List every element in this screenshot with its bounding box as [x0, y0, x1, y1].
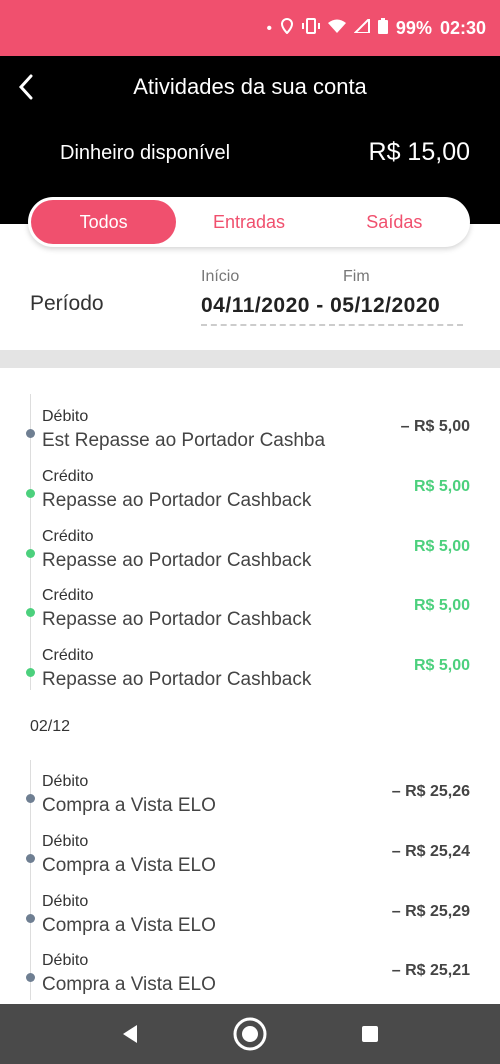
vibrate-icon: [301, 18, 320, 38]
transaction-list[interactable]: Débito Est Repasse ao Portador Cashba – …: [0, 368, 500, 1004]
period-label: Período: [30, 292, 104, 315]
transaction-row[interactable]: Crédito Repasse ao Portador Cashback R$ …: [0, 528, 500, 588]
clock: 02:30: [439, 17, 486, 38]
section-divider: [0, 350, 500, 368]
transaction-row[interactable]: Débito Compra a Vista ELO – R$ 25,21: [0, 952, 500, 1004]
status-bar: • 99% 02:30: [0, 0, 500, 56]
balance-value: R$ 15,00: [368, 138, 470, 166]
transaction-row[interactable]: Débito Est Repasse ao Portador Cashba – …: [0, 408, 500, 468]
transaction-description: Compra a Vista ELO: [42, 795, 216, 816]
nav-home-button[interactable]: [230, 1014, 270, 1054]
transaction-amount: R$ 5,00: [413, 657, 470, 674]
credit-dot-icon: [26, 668, 35, 677]
transaction-amount: – R$ 25,29: [391, 903, 470, 920]
debit-dot-icon: [26, 854, 35, 863]
transaction-description: Repasse ao Portador Cashback: [42, 609, 312, 630]
filter-tabs: Todos Entradas Saídas: [28, 197, 470, 247]
debit-dot-icon: [26, 914, 35, 923]
credit-dot-icon: [26, 549, 35, 558]
transaction-row[interactable]: Crédito Repasse ao Portador Cashback R$ …: [0, 468, 500, 528]
transaction-type: Débito: [42, 952, 89, 969]
period-selector: Período Início Fim 04/11/2020 - 05/12/20…: [0, 260, 500, 350]
start-date-label: Início: [201, 268, 240, 285]
end-date-label: Fim: [343, 268, 370, 285]
transaction-type: Crédito: [42, 587, 94, 604]
nav-recents-button[interactable]: [350, 1014, 390, 1054]
transaction-amount: – R$ 25,21: [391, 962, 470, 979]
transaction-type: Débito: [42, 408, 89, 425]
credit-dot-icon: [26, 489, 35, 498]
transaction-type: Crédito: [42, 468, 94, 485]
credit-dot-icon: [26, 608, 35, 617]
tab-saidas[interactable]: Saídas: [322, 200, 467, 244]
transaction-description: Compra a Vista ELO: [42, 974, 216, 995]
transaction-type: Crédito: [42, 528, 94, 545]
transaction-amount: R$ 5,00: [413, 478, 470, 495]
transaction-row[interactable]: Débito Compra a Vista ELO – R$ 25,24: [0, 833, 500, 893]
system-nav-bar: [0, 1004, 500, 1064]
transaction-row[interactable]: Débito Compra a Vista ELO – R$ 25,29: [0, 893, 500, 953]
signal-icon: [352, 16, 370, 37]
transaction-row[interactable]: Débito Compra a Vista ELO – R$ 25,26: [0, 773, 500, 833]
battery-percent: 99%: [395, 17, 432, 38]
transaction-description: Compra a Vista ELO: [42, 915, 216, 936]
debit-dot-icon: [26, 973, 35, 982]
transaction-type: Débito: [42, 833, 89, 850]
transaction-amount: – R$ 5,00: [400, 418, 470, 435]
transaction-type: Débito: [42, 893, 89, 910]
transaction-description: Est Repasse ao Portador Cashba: [42, 430, 326, 451]
wifi-icon: [327, 19, 346, 37]
battery-icon: [377, 18, 388, 38]
transaction-amount: – R$ 25,24: [391, 843, 470, 860]
tab-todos[interactable]: Todos: [31, 200, 177, 244]
transaction-amount: – R$ 25,26: [391, 783, 470, 800]
balance-label: Dinheiro disponível: [60, 142, 231, 164]
home-circle-icon: [233, 1017, 267, 1051]
date-group-header: 02/12: [30, 718, 71, 735]
back-triangle-icon: [123, 1025, 137, 1043]
location-icon: [280, 17, 294, 38]
transaction-type: Crédito: [42, 647, 94, 664]
recents-square-icon: [362, 1026, 378, 1042]
page-title: Atividades da sua conta: [133, 74, 367, 99]
transaction-type: Débito: [42, 773, 89, 790]
date-range-field[interactable]: 04/11/2020 - 05/12/2020: [201, 294, 440, 318]
transaction-description: Repasse ao Portador Cashback: [42, 490, 312, 511]
transaction-row[interactable]: Crédito Repasse ao Portador Cashback R$ …: [0, 647, 500, 707]
debit-dot-icon: [26, 794, 35, 803]
notification-dot-icon: •: [266, 19, 272, 37]
transaction-amount: R$ 5,00: [413, 597, 470, 614]
debit-dot-icon: [26, 429, 35, 438]
transaction-amount: R$ 5,00: [413, 538, 470, 555]
date-range-underline: [201, 324, 463, 326]
transaction-description: Repasse ao Portador Cashback: [42, 669, 312, 690]
transaction-row[interactable]: Crédito Repasse ao Portador Cashback R$ …: [0, 587, 500, 647]
tab-entradas[interactable]: Entradas: [176, 200, 321, 244]
nav-back-button[interactable]: [110, 1014, 150, 1054]
transaction-description: Compra a Vista ELO: [42, 855, 216, 876]
transaction-description: Repasse ao Portador Cashback: [42, 550, 312, 571]
